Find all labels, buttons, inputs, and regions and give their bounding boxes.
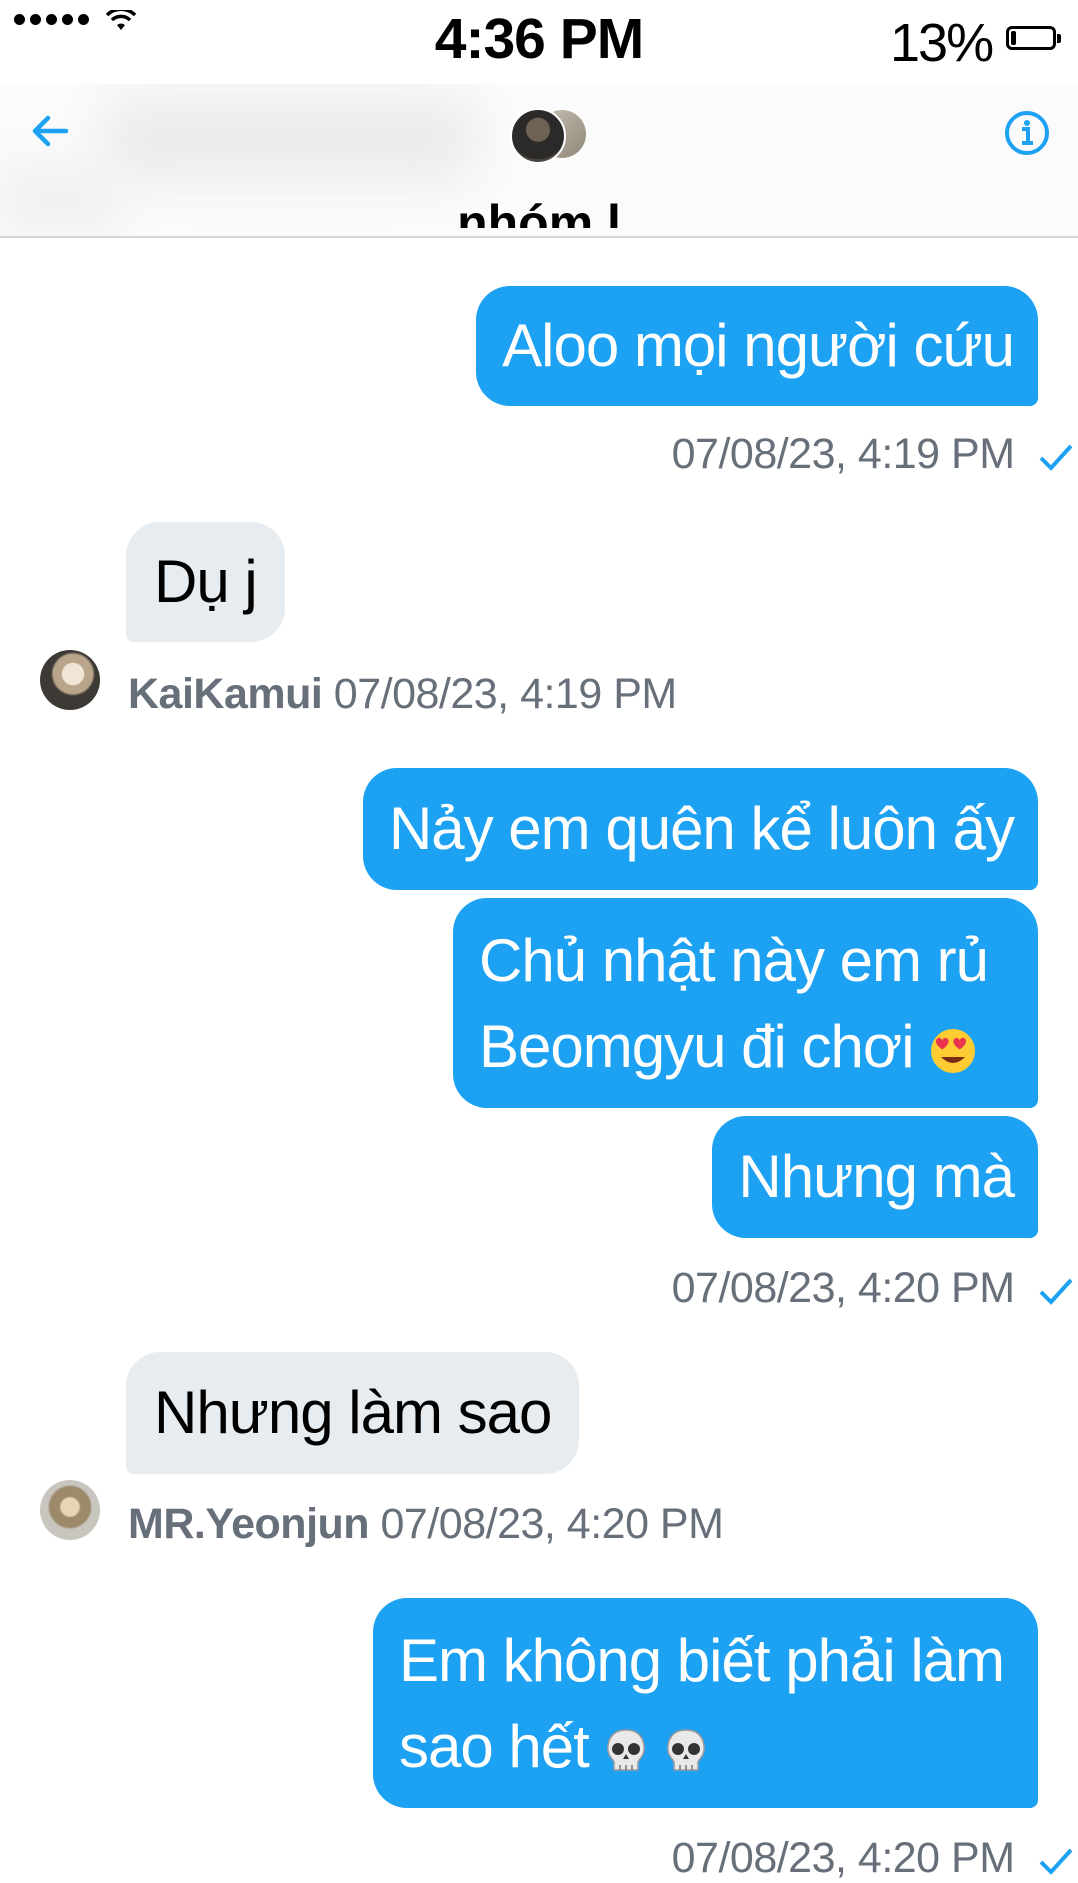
heart-eyes-emoji-icon [931,1029,976,1074]
message-text: Nhưng làm sao [154,1379,552,1446]
status-bar: 4:36 PM 13% [0,0,1078,84]
outgoing-message-bubble[interactable]: Em không biết phải làm sao hết [372,1598,1038,1808]
message-text-line: sao hết [398,1713,590,1780]
message-timestamp: 07/08/23, 4:20 PM [380,1500,724,1548]
checkmark-icon [1039,1848,1073,1875]
message-meta: MR.Yeonjun 07/08/23, 4:20 PM [128,1500,724,1549]
group-avatars[interactable] [510,108,590,164]
avatar [510,108,566,164]
info-icon[interactable] [1002,108,1052,158]
message-text: Aloo mọi người cứu [502,312,1015,379]
back-arrow-icon[interactable] [26,106,76,156]
checkmark-icon [1039,444,1073,471]
skull-emoji-icon [607,1729,646,1771]
outgoing-message-bubble[interactable]: Nảy em quên kể luôn ấy [362,768,1038,890]
skull-emoji-icon [667,1729,705,1771]
message-meta: 07/08/23, 4:19 PM [671,430,1073,479]
battery-percentage: 13% [890,13,994,73]
message-text: Nảy em quên kể luôn ấy [388,795,1015,862]
message-meta: 07/08/23, 4:20 PM [671,1834,1073,1883]
message-text: Nhưng mà [738,1143,1015,1210]
sender-name[interactable]: MR.Yeonjun [128,1500,370,1548]
outgoing-message-bubble[interactable]: Nhưng mà [712,1116,1038,1238]
message-text: Dụ j [154,548,258,615]
checkmark-icon [1039,1278,1073,1305]
battery-icon [1006,26,1061,50]
message-timestamp: 07/08/23, 4:19 PM [671,430,1015,478]
message-text-line: Em không biết phải làm [398,1627,1005,1694]
incoming-message-bubble[interactable]: Dụ j [126,522,285,642]
message-timestamp: 07/08/23, 4:20 PM [671,1264,1015,1312]
message-timestamp: 07/08/23, 4:20 PM [671,1834,1015,1882]
message-text-line: Beomgyu đi chơi [479,1013,915,1080]
battery-fill [1011,31,1016,45]
message-meta: KaiKamui 07/08/23, 4:19 PM [128,670,677,719]
message-text-line: Chủ nhật này em rủ [479,927,989,994]
blurred-region [100,94,480,184]
outgoing-message-bubble[interactable]: Aloo mọi người cứu [476,286,1038,406]
avatar[interactable] [40,650,100,710]
incoming-message-bubble[interactable]: Nhưng làm sao [126,1352,580,1474]
conversation-title[interactable]: nhóm l [0,184,1078,228]
sender-name[interactable]: KaiKamui [128,670,323,718]
avatar[interactable] [40,1480,100,1540]
message-meta: 07/08/23, 4:20 PM [671,1264,1073,1313]
outgoing-message-bubble[interactable]: Chủ nhật này em rủ Beomgyu đi chơi [453,898,1038,1108]
message-timestamp: 07/08/23, 4:19 PM [333,670,677,718]
conversation-header: nhóm l [0,84,1078,238]
